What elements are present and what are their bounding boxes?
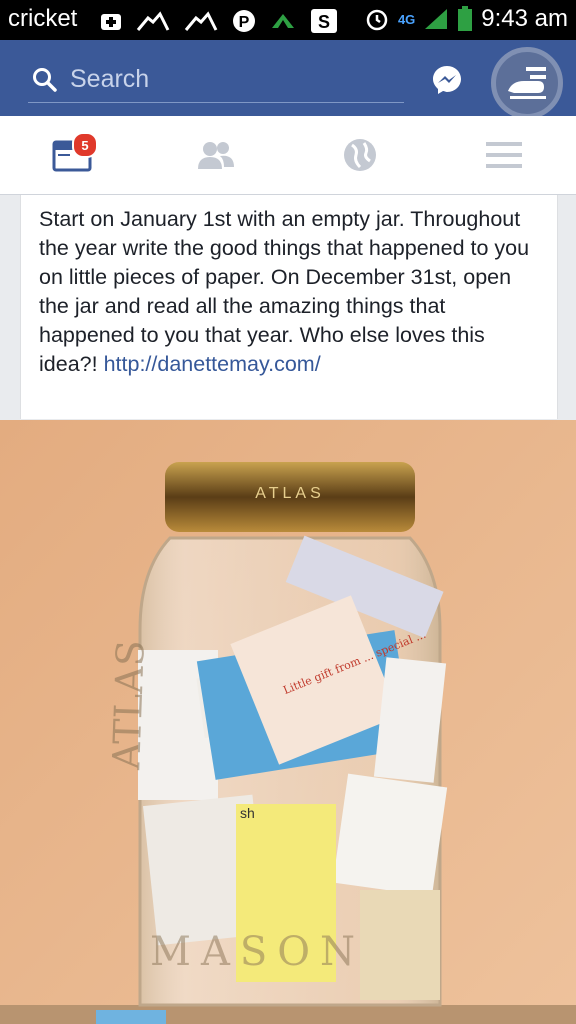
tab-notifications[interactable] [330,130,390,180]
svg-text:P: P [239,14,250,31]
network-type: 4G [397,11,416,27]
signal-arc-icon [136,11,170,31]
post-photo[interactable]: ATLAS Little gift from ... special ... s… [0,420,576,1024]
signal-strength-icon [425,9,448,29]
post-card: Start on January 1st with an empty jar. … [20,195,558,419]
search-icon [33,68,57,92]
messenger-icon[interactable] [431,64,463,96]
globe-icon [344,139,376,171]
post-link[interactable]: http://danettemay.com/ [104,352,321,376]
jar-emboss-left: ATLAS [104,639,153,771]
menu-icon [486,142,522,168]
system-status: 4G 9:43 am [364,5,568,33]
app-top-bar [0,40,576,116]
notification-badge: 5 [72,132,98,158]
medical-bag-icon [101,14,121,30]
mason-jar-photo: ATLAS Little gift from ... special ... s… [0,420,576,1024]
search-input[interactable] [70,62,390,96]
svg-text:S: S [318,12,330,32]
sticky-note-text: sh [240,805,255,821]
post-body: Start on January 1st with an empty jar. … [39,205,539,379]
jar-emboss-bottom: MASON [150,929,365,975]
tab-friend-requests[interactable] [186,130,246,180]
notification-icons: P S [100,8,338,34]
tab-news-feed[interactable]: 5 [42,130,102,180]
chat-head-icon [508,67,546,99]
tab-bar: 5 [0,116,576,195]
clock: 9:43 am [481,5,568,32]
jar-lid-text: ATLAS [255,485,325,502]
battery-icon [458,6,473,31]
chat-head-button[interactable] [491,47,563,119]
tab-menu[interactable] [474,130,534,180]
signal-arc-icon-2 [184,11,218,31]
search-bar[interactable] [28,60,404,103]
post-text: Start on January 1st with an empty jar. … [39,207,530,376]
alarm-icon [366,9,388,31]
pinterest-icon: P [233,10,255,32]
app-s-icon: S [311,9,337,33]
carrier-label: cricket [8,5,78,32]
status-bar: cricket P S 4G 9:43 am [0,0,576,40]
friends-icon [198,142,234,169]
game-icon [272,14,294,28]
